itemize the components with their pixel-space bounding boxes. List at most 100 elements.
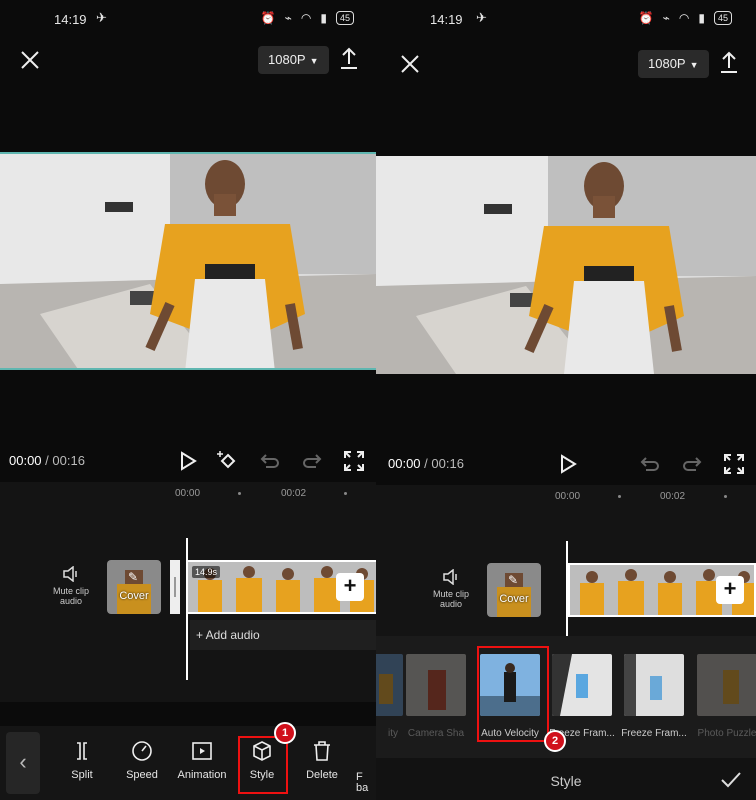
step-badge: 2 — [544, 730, 566, 752]
ruler-tick: 00:02 — [660, 491, 686, 502]
split-button[interactable]: Split — [52, 740, 112, 781]
add-audio-button[interactable]: + Add audio — [190, 620, 376, 650]
status-time: 14:19 — [430, 12, 463, 27]
resolution-button[interactable]: 1080P ▼ — [638, 50, 709, 78]
ruler-dot — [618, 495, 621, 498]
resolution-button[interactable]: 1080P ▼ — [258, 46, 329, 74]
animation-icon — [192, 742, 212, 760]
edit-toolbar: ‹ Split Speed Animation Style Delete F b… — [0, 722, 376, 800]
style-option[interactable]: Freeze Fram... — [621, 654, 687, 739]
style-label: ity — [388, 728, 398, 739]
redo-icon[interactable] — [680, 452, 704, 476]
speaker-icon — [63, 566, 77, 582]
cover-button[interactable]: ✎ Cover — [107, 560, 161, 614]
status-bar: 14:19 ✈ ⏰ ⌁ ◠ ▮ 45 — [376, 8, 756, 32]
mute-clip-audio-button[interactable]: Mute clip audio — [46, 566, 96, 606]
video-preview[interactable] — [376, 156, 756, 374]
ruler-dot — [724, 495, 727, 498]
ruler-dot — [238, 492, 241, 495]
alarm-icon: ⏰ — [638, 11, 654, 25]
add-clip-button[interactable]: + — [716, 576, 744, 604]
ruler-tick: 00:02 — [281, 488, 307, 499]
clip-trim-handle[interactable] — [170, 560, 180, 614]
delete-button[interactable]: Delete — [292, 740, 352, 781]
style-thumbnail — [376, 654, 403, 716]
cover-label: Cover — [499, 593, 529, 605]
vibrate-icon: ⌁ — [662, 11, 670, 25]
clip-duration: 14.9s — [192, 566, 221, 578]
panel-title: Style — [550, 773, 582, 789]
style-option[interactable]: Camera Sha — [403, 654, 469, 739]
more-tool-button[interactable]: F ba — [356, 740, 376, 794]
style-option[interactable]: ity — [376, 654, 406, 739]
step-badge: 1 — [274, 722, 296, 744]
export-icon[interactable] — [718, 50, 740, 74]
playhead[interactable] — [186, 538, 188, 680]
battery-icon: 45 — [335, 11, 354, 25]
current-time: 00:00 — [9, 453, 42, 468]
fullscreen-icon[interactable] — [722, 452, 746, 476]
timecode: 00:00 / 00:16 — [388, 456, 464, 471]
play-icon[interactable] — [556, 452, 580, 476]
right-screen: 14:19 ✈ ⏰ ⌁ ◠ ▮ 45 1080P ▼ 00:00 / 00:16… — [376, 0, 756, 800]
status-time: 14:19 — [54, 12, 87, 27]
split-label: Split — [71, 769, 93, 781]
ruler-dot — [344, 492, 347, 495]
resolution-label: 1080P — [268, 52, 306, 67]
mute-clip-audio-button[interactable]: Mute clip audio — [426, 569, 476, 609]
current-time: 00:00 — [388, 456, 421, 471]
battery-icon: 45 — [713, 11, 732, 25]
style-label: Camera Sha — [407, 728, 465, 739]
style-thumbnail — [406, 654, 466, 716]
timeline[interactable]: 00:00 00:02 Mute clip audio ✎ Cover 14.9… — [0, 482, 376, 702]
notification-icon: ✈ — [476, 10, 487, 25]
animation-button[interactable]: Animation — [172, 740, 232, 781]
style-thumbnail — [552, 654, 612, 716]
cover-button[interactable]: ✎ Cover — [487, 563, 541, 617]
animation-label: Animation — [177, 769, 227, 781]
alarm-icon: ⏰ — [260, 11, 276, 25]
undo-icon[interactable] — [638, 452, 662, 476]
speed-icon — [132, 741, 152, 761]
close-icon[interactable] — [18, 48, 42, 72]
playback-controls: 00:00 / 00:16 — [376, 449, 756, 479]
total-time: / 00:16 — [45, 453, 85, 468]
split-icon — [77, 742, 87, 760]
style-picker: ity Camera Sha Auto Velocity Freeze Fram… — [376, 636, 756, 758]
signal-icon: ▮ — [698, 11, 705, 25]
playhead[interactable] — [566, 541, 568, 636]
total-time: / 00:16 — [424, 456, 464, 471]
fullscreen-icon[interactable] — [342, 449, 366, 473]
close-icon[interactable] — [398, 52, 422, 76]
status-icons: ⏰ ⌁ ◠ ▮ 45 — [639, 11, 732, 25]
delete-label: Delete — [306, 769, 338, 781]
resolution-label: 1080P — [648, 56, 686, 71]
back-button[interactable]: ‹ — [6, 732, 40, 794]
pencil-icon: ✎ — [508, 573, 519, 587]
redo-icon[interactable] — [300, 449, 324, 473]
video-preview[interactable] — [0, 152, 376, 370]
mute-label: Mute clip audio — [432, 589, 469, 609]
keyframe-icon[interactable] — [216, 449, 240, 473]
add-clip-button[interactable]: + — [336, 573, 364, 601]
status-icons: ⏰ ⌁ ◠ ▮ 45 — [261, 11, 354, 25]
ruler-tick: 00:00 — [555, 491, 581, 502]
timeline[interactable]: 00:00 00:02 Mute clip audio ✎ Cover + — [376, 485, 756, 636]
play-icon[interactable] — [176, 449, 200, 473]
chevron-down-icon: ▼ — [689, 60, 699, 70]
check-icon[interactable] — [720, 770, 742, 790]
undo-icon[interactable] — [258, 449, 282, 473]
style-option[interactable]: Freeze Fram... — [549, 654, 615, 739]
speaker-icon — [443, 569, 457, 585]
export-icon[interactable] — [338, 46, 360, 70]
style-label: Photo Puzzle — [697, 728, 756, 739]
status-bar: 14:19 ✈ ⏰ ⌁ ◠ ▮ 45 — [0, 8, 376, 32]
trash-icon — [314, 741, 330, 761]
timecode: 00:00 / 00:16 — [9, 453, 85, 468]
style-option[interactable]: Photo Puzzle — [694, 654, 756, 739]
style-thumbnail — [624, 654, 684, 716]
speed-button[interactable]: Speed — [112, 740, 172, 781]
cover-label: Cover — [119, 590, 149, 602]
left-screen: 14:19 ✈ ⏰ ⌁ ◠ ▮ 45 1080P ▼ 00:00 / 00:16… — [0, 0, 376, 800]
more-tool-label: F ba — [356, 771, 369, 794]
